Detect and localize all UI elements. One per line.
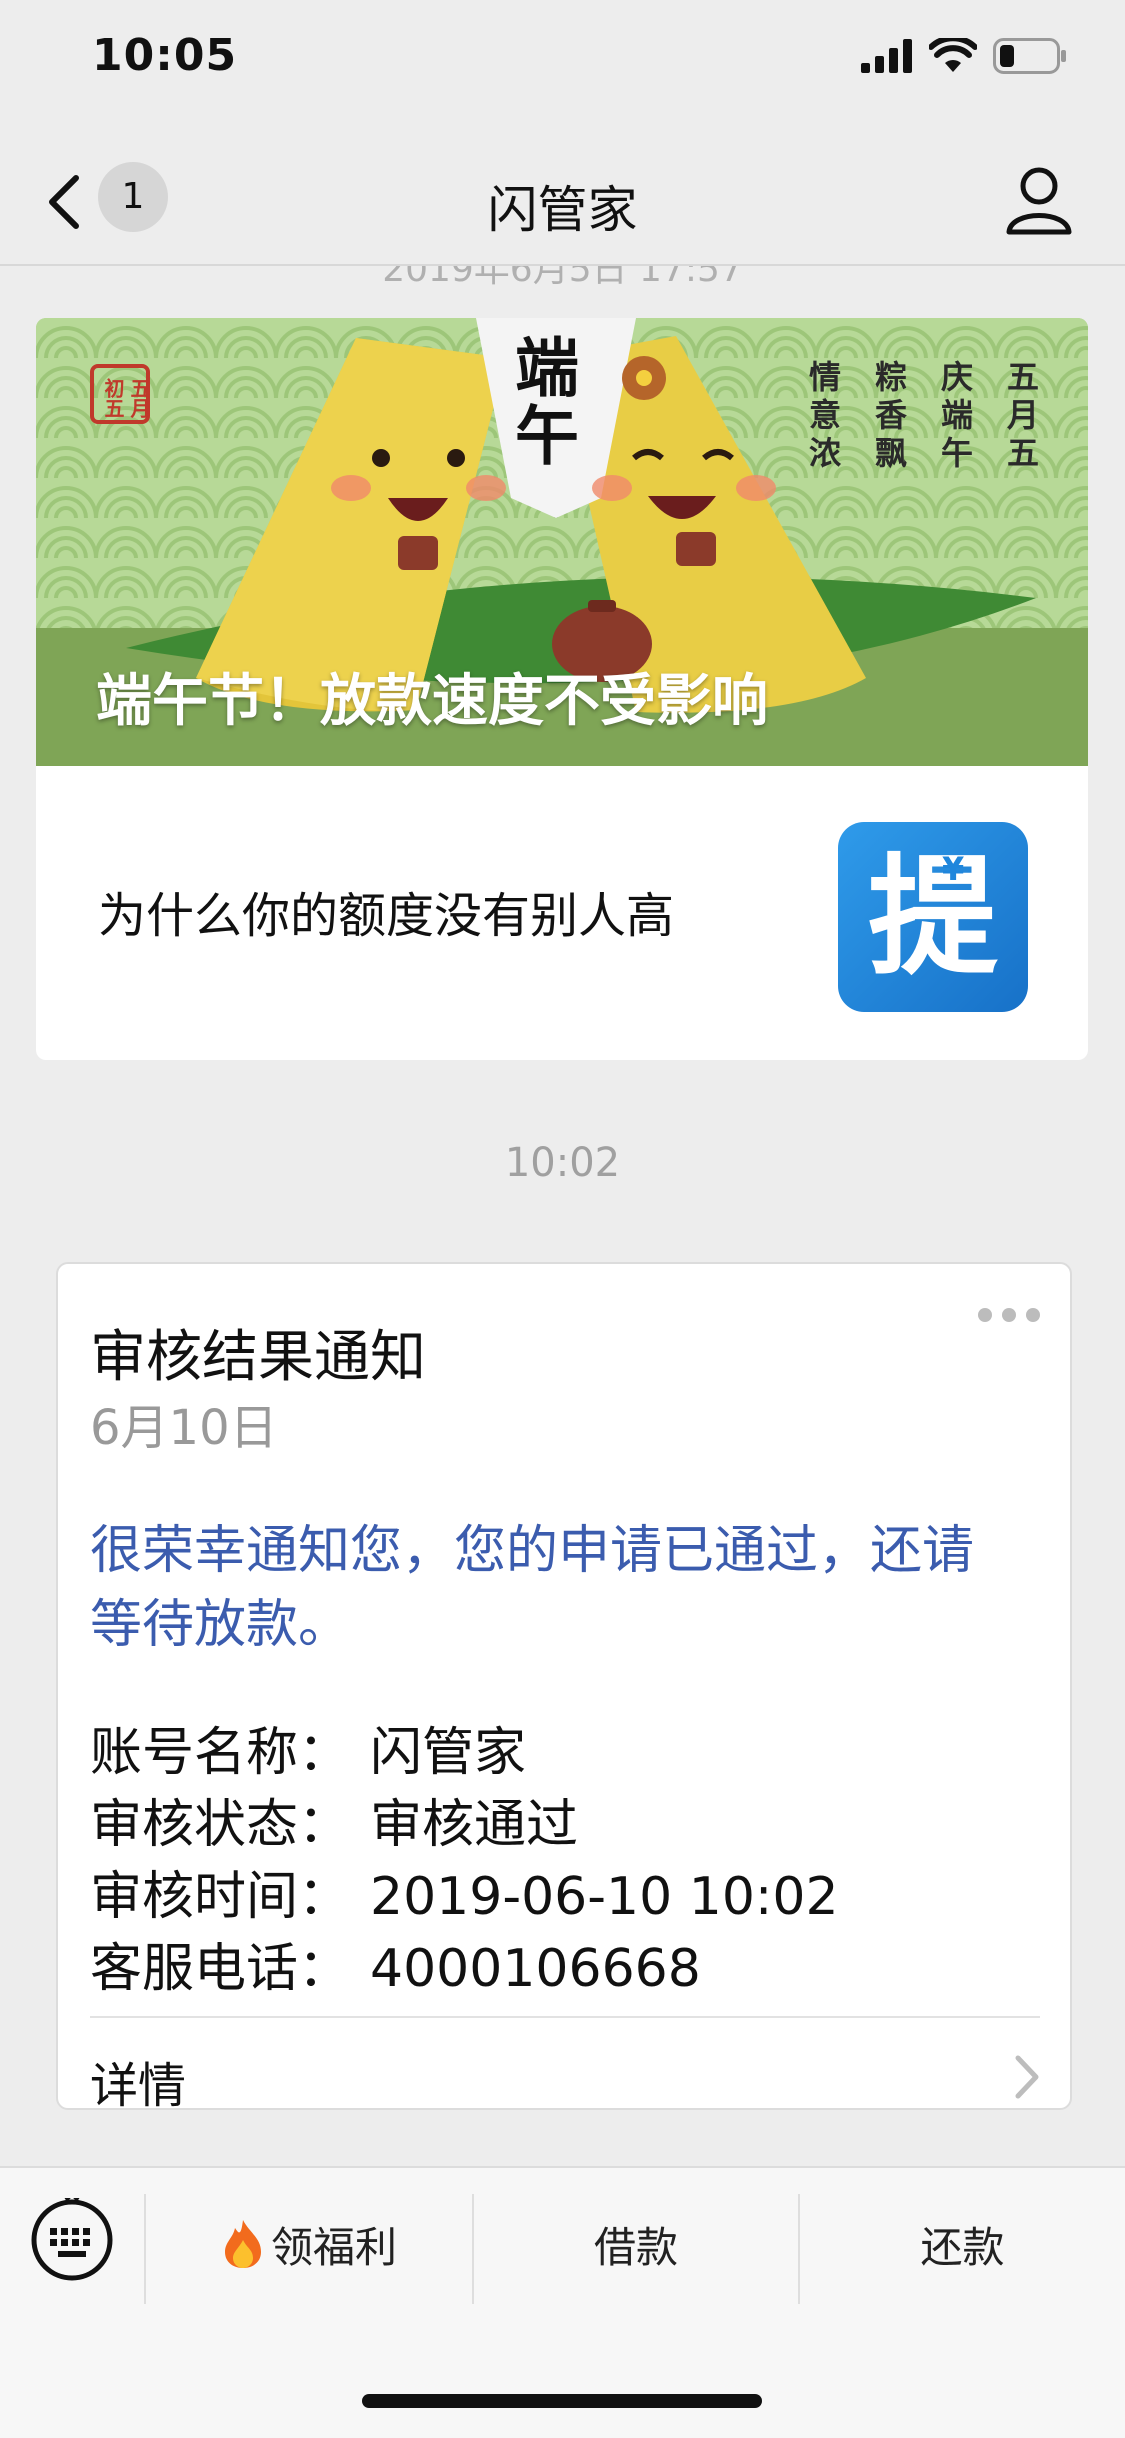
menu-loan-label: 借款 xyxy=(593,2222,678,2272)
info-value: 2019-06-10 10:02 xyxy=(370,1867,839,1927)
message-time: 10:02 xyxy=(504,1140,621,1186)
template-message-card[interactable]: 审核结果通知 6月10日 很荣幸通知您，您的申请已通过，还请等待放款。 账号名称… xyxy=(56,1262,1072,2114)
divider xyxy=(90,2016,1040,2018)
info-value: 审核通过 xyxy=(370,1795,579,1855)
info-label: 审核时间： xyxy=(90,1867,351,1927)
info-label: 客服电话： xyxy=(90,1939,351,1999)
info-row-status: 审核状态： 审核通过 xyxy=(90,1782,578,1857)
poem-line: 粽香飘 xyxy=(870,360,908,474)
notice-description: 很荣幸通知您，您的申请已通过，还请等待放款。 xyxy=(90,1521,975,1655)
cellular-signal-icon xyxy=(861,39,912,73)
article-card[interactable]: 端午 五月初五 五月五 庆端午 粽香飘 情意浓 端午节！放款速度不受影响 为什么… xyxy=(36,318,1088,1060)
info-value: 闪管家 xyxy=(370,1723,527,1783)
poem-line: 情意浓 xyxy=(804,360,842,474)
poem-line: 庆端午 xyxy=(936,360,974,474)
banner-seal: 五月初五 xyxy=(101,378,151,418)
menu-repay[interactable]: 还款 xyxy=(800,2186,1125,2302)
menu-repay-label: 还款 xyxy=(920,2222,1005,2272)
banner-poem: 五月五 庆端午 粽香飘 情意浓 xyxy=(432,360,1044,474)
info-label: 账号名称： xyxy=(90,1723,351,1783)
notice-date: 6月10日 xyxy=(90,1400,278,1456)
status-icons xyxy=(861,38,1067,74)
nav-bar: 1 闪管家 xyxy=(0,140,1125,266)
sub-article-item[interactable]: 为什么你的额度没有别人高 提 ¥ xyxy=(36,766,1088,1060)
more-options-icon[interactable] xyxy=(978,1308,1040,1322)
chevron-right-icon[interactable] xyxy=(1012,2052,1042,2102)
info-value: 4000106668 xyxy=(370,1939,701,1999)
fire-icon xyxy=(224,2220,261,2268)
info-label: 审核状态： xyxy=(90,1795,351,1855)
clipped-timestamp: 2019年6月5日 17:57 xyxy=(0,266,1125,286)
keyboard-toggle-icon[interactable] xyxy=(30,2198,114,2282)
banner-headline[interactable]: 端午节！放款速度不受影响 xyxy=(96,656,768,737)
detail-link[interactable]: 详情 xyxy=(90,2046,186,2116)
yuan-icon: ¥ xyxy=(942,850,965,888)
page-title: 闪管家 xyxy=(487,181,638,239)
sub-article-thumbnail[interactable]: 提 ¥ xyxy=(838,822,1028,1012)
wifi-icon xyxy=(929,38,977,72)
menu-welfare[interactable]: 领福利 xyxy=(146,2186,472,2302)
menu-loan[interactable]: 借款 xyxy=(474,2186,798,2302)
menu-welfare-label: 领福利 xyxy=(270,2222,397,2272)
status-bar: 10:05 xyxy=(0,0,1125,120)
battery-icon xyxy=(993,38,1066,74)
info-row-account: 账号名称： 闪管家 xyxy=(90,1710,526,1785)
sub-article-title[interactable]: 为什么你的额度没有别人高 xyxy=(98,876,674,946)
info-row-time: 审核时间： 2019-06-10 10:02 xyxy=(90,1854,839,1929)
info-row-phone: 客服电话： 4000106668 xyxy=(90,1926,701,2001)
status-time: 10:05 xyxy=(92,30,238,81)
article-banner[interactable]: 端午 五月初五 五月五 庆端午 粽香飘 情意浓 端午节！放款速度不受影响 xyxy=(36,318,1088,766)
notice-title: 审核结果通知 xyxy=(90,1325,426,1390)
poem-line: 五月五 xyxy=(1002,360,1040,474)
thumb-character: 提 xyxy=(867,841,998,993)
profile-icon[interactable] xyxy=(1001,162,1077,238)
home-indicator[interactable] xyxy=(362,2394,762,2408)
